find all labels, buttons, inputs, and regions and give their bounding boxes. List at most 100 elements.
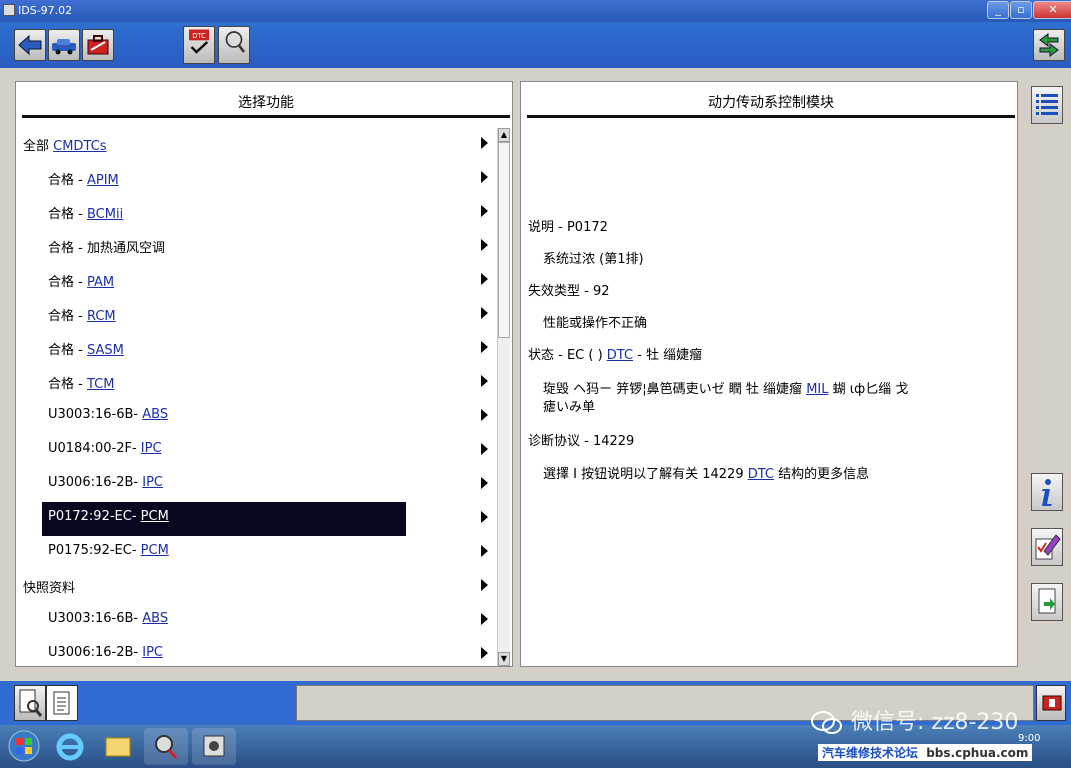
- taskbar-clock: 9:00: [1018, 733, 1041, 744]
- list-item-selected[interactable]: P0172:92-EC- PCM: [16, 502, 496, 536]
- list-item-label: P0172:92-EC- PCM: [48, 509, 169, 524]
- list-item-label: 合格 - BCMii: [48, 203, 123, 222]
- list-item-link[interactable]: PAM: [87, 275, 114, 290]
- scroll-down-icon[interactable]: ▼: [498, 652, 510, 666]
- diagnostics-button[interactable]: [218, 26, 250, 64]
- ids-app-icon: [155, 735, 178, 759]
- scroll-thumb[interactable]: [498, 142, 510, 338]
- list-item-link[interactable]: TCM: [87, 377, 114, 392]
- back-arrow-icon: [18, 34, 42, 56]
- list-item[interactable]: U3006:16-2B- IPC: [16, 468, 496, 498]
- car-icon: [52, 39, 76, 55]
- list-item-prefix: 合格 -: [48, 275, 87, 290]
- list-item[interactable]: U3003:16-6B- ABS: [16, 604, 496, 634]
- report-tool-button[interactable]: [14, 685, 46, 721]
- list-item-label: U3006:16-2B- IPC: [48, 475, 163, 490]
- scrollbar[interactable]: ▲ ▼: [497, 128, 510, 666]
- list-item-label: U3003:16-6B- ABS: [48, 611, 168, 626]
- expand-arrow-icon[interactable]: [481, 205, 488, 217]
- list-item-link[interactable]: ABS: [142, 611, 168, 626]
- expand-arrow-icon[interactable]: [481, 137, 488, 149]
- list-item[interactable]: 合格 - SASM: [16, 332, 496, 362]
- swap-button[interactable]: [1033, 29, 1065, 61]
- list-item-link[interactable]: PCM: [141, 543, 169, 558]
- expand-arrow-icon[interactable]: [481, 307, 488, 319]
- exit-button[interactable]: [1036, 685, 1066, 721]
- protocol-dtc-link[interactable]: DTC: [748, 467, 774, 482]
- toolbox-icon: [87, 35, 109, 55]
- toolbox-button[interactable]: [82, 29, 114, 61]
- checklist-button[interactable]: [1031, 528, 1063, 566]
- list-item-link[interactable]: CMDTCs: [53, 139, 106, 154]
- expand-arrow-icon[interactable]: [481, 443, 488, 455]
- notes-icon: [53, 691, 70, 715]
- list-item-label: 合格 - RCM: [48, 305, 116, 324]
- list-item-link[interactable]: RCM: [87, 309, 116, 324]
- status-dtc-link[interactable]: DTC: [607, 348, 633, 363]
- forum-site-text: bbs.cphua.com: [926, 746, 1029, 760]
- main-area: 选择功能 全部 CMDTCs 合格 - APIM 合格 - BCMii 合格 - 加热…: [0, 68, 1071, 681]
- notes-button[interactable]: [46, 685, 78, 721]
- expand-arrow-icon[interactable]: [481, 579, 488, 591]
- wechat-logo-icon: [811, 711, 842, 734]
- expand-arrow-icon[interactable]: [481, 375, 488, 387]
- list-item-label: 合格 - PAM: [48, 271, 114, 290]
- document-button[interactable]: [1031, 583, 1063, 621]
- list-item-prefix: 合格 -: [48, 173, 87, 188]
- list-item[interactable]: 快照资料: [16, 570, 496, 600]
- list-item[interactable]: 合格 - 加热通风空调: [16, 230, 496, 260]
- list-item-link[interactable]: PCM: [141, 509, 169, 524]
- list-item-link[interactable]: BCMii: [87, 207, 123, 222]
- list-item-link[interactable]: ABS: [142, 407, 168, 422]
- browser-icon: [56, 733, 84, 761]
- back-button[interactable]: [14, 29, 46, 61]
- expand-arrow-icon[interactable]: [481, 647, 488, 659]
- expand-arrow-icon[interactable]: [481, 171, 488, 183]
- list-item-prefix: 合格 -: [48, 343, 87, 358]
- checklist-icon: [1035, 534, 1061, 560]
- protocol-prefix: 選擇 I 按钮说明以了解有关 14229: [543, 467, 748, 482]
- list-item[interactable]: P0175:92-EC- PCM: [16, 536, 496, 566]
- protocol-suffix: 结构的更多信息: [774, 467, 870, 482]
- list-item-link[interactable]: IPC: [141, 441, 162, 456]
- mil-link[interactable]: MIL: [806, 382, 828, 397]
- minimize-button[interactable]: _: [987, 1, 1009, 19]
- expand-arrow-icon[interactable]: [481, 613, 488, 625]
- close-button[interactable]: ✕: [1033, 1, 1071, 19]
- list-item[interactable]: 合格 - RCM: [16, 298, 496, 328]
- expand-arrow-icon[interactable]: [481, 273, 488, 285]
- tool-app-icon: [203, 735, 225, 757]
- wechat-id-text: 微信号: zz8-230: [851, 710, 1019, 735]
- expand-arrow-icon[interactable]: [481, 239, 488, 251]
- list-item[interactable]: U3003:16-6B- ABS: [16, 400, 496, 430]
- info-button[interactable]: [1031, 473, 1063, 511]
- list-item[interactable]: 合格 - PAM: [16, 264, 496, 294]
- list-item[interactable]: 合格 - BCMii: [16, 196, 496, 226]
- list-item[interactable]: 合格 - TCM: [16, 366, 496, 396]
- start-button[interactable]: [2, 728, 46, 765]
- expand-arrow-icon[interactable]: [481, 511, 488, 523]
- list-item[interactable]: 全部 CMDTCs: [16, 128, 496, 158]
- dtc-tab-button[interactable]: DTC: [183, 26, 215, 64]
- taskbar-ids-app[interactable]: [144, 728, 188, 765]
- info-icon: [1042, 479, 1052, 506]
- vehicle-button[interactable]: [48, 29, 80, 61]
- expand-arrow-icon[interactable]: [481, 341, 488, 353]
- list-item[interactable]: U3006:16-2B- IPC: [16, 638, 496, 668]
- taskbar-tool-app[interactable]: [192, 728, 236, 765]
- scroll-up-icon[interactable]: ▲: [498, 128, 510, 142]
- list-item-link[interactable]: IPC: [142, 645, 163, 660]
- list-item-link[interactable]: SASM: [87, 343, 124, 358]
- expand-arrow-icon[interactable]: [481, 409, 488, 421]
- expand-arrow-icon[interactable]: [481, 477, 488, 489]
- taskbar-explorer[interactable]: [96, 728, 140, 765]
- restore-button[interactable]: ▫: [1010, 1, 1032, 19]
- expand-arrow-icon[interactable]: [481, 545, 488, 557]
- exit-icon: [1042, 695, 1062, 711]
- list-view-button[interactable]: [1031, 86, 1063, 124]
- list-item[interactable]: U0184:00-2F- IPC: [16, 434, 496, 464]
- list-item-link[interactable]: IPC: [142, 475, 163, 490]
- list-item[interactable]: 合格 - APIM: [16, 162, 496, 192]
- list-item-link[interactable]: APIM: [87, 173, 119, 188]
- taskbar-browser[interactable]: [48, 728, 92, 765]
